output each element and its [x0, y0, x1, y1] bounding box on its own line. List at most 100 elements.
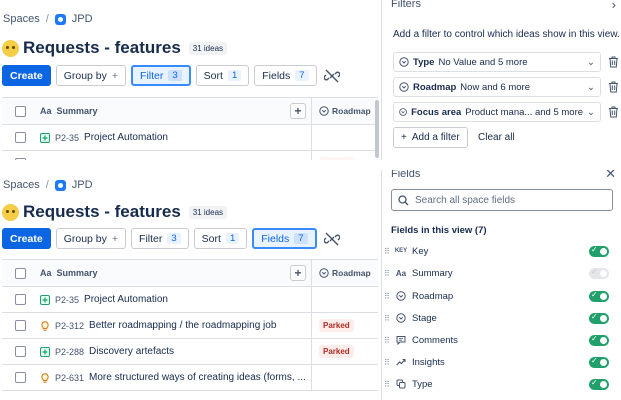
- table-row[interactable]: P2-35 Project Automation: [2, 287, 378, 313]
- table-row[interactable]: P2-312 Better roadmapping / the roadmapp…: [2, 313, 378, 339]
- issue-key: P2-288: [55, 346, 85, 357]
- create-button[interactable]: Create: [2, 228, 51, 249]
- field-label: Type: [412, 378, 433, 390]
- summary-header[interactable]: Aa Summary +: [38, 260, 312, 286]
- row-checkbox[interactable]: [14, 294, 26, 305]
- row-checkbox[interactable]: [14, 372, 26, 383]
- breadcrumb: Spaces / JPD: [3, 179, 93, 191]
- summary-cell[interactable]: P2-35 Project Automation: [38, 125, 312, 150]
- summary-cell[interactable]: [38, 151, 312, 160]
- page-header: Requests - features 31 ideas: [2, 202, 228, 222]
- roadmap-cell[interactable]: [312, 125, 378, 150]
- hide-link-icon[interactable]: [322, 228, 343, 249]
- roadmap-cell[interactable]: [312, 287, 378, 312]
- drag-handle-icon[interactable]: ⠿: [384, 380, 390, 389]
- breadcrumb-project[interactable]: JPD: [72, 179, 93, 191]
- field-toggle[interactable]: [589, 312, 609, 324]
- issue-summary[interactable]: More structured ways of creating ideas (…: [89, 372, 306, 383]
- create-button[interactable]: Create: [2, 65, 51, 86]
- sort-button[interactable]: Sort 1: [195, 65, 250, 86]
- breadcrumb-spaces[interactable]: Spaces: [3, 179, 40, 191]
- select-all-checkbox[interactable]: [14, 105, 26, 117]
- trash-icon[interactable]: [608, 56, 619, 68]
- improvement-icon: [40, 132, 50, 143]
- clear-all-button[interactable]: Clear all: [478, 132, 515, 143]
- summary-cell[interactable]: P2-312 Better roadmapping / the roadmapp…: [38, 313, 312, 338]
- summary-cell[interactable]: P2-631 More structured ways of creating …: [38, 365, 312, 390]
- add-column-button[interactable]: +: [290, 103, 306, 119]
- close-icon[interactable]: ✕: [605, 170, 616, 182]
- emoji-icon[interactable]: [2, 39, 19, 57]
- trash-icon[interactable]: [608, 106, 619, 118]
- table-row[interactable]: P2-288 Discovery artefacts Parked: [2, 339, 378, 365]
- field-row-insights[interactable]: ⠿ Insights: [384, 352, 620, 372]
- issue-summary[interactable]: Better roadmapping / the roadmapping job: [89, 320, 276, 331]
- filter-button[interactable]: Filter 3: [131, 65, 191, 86]
- fields-button[interactable]: Fields 7: [252, 228, 317, 249]
- breadcrumb-project[interactable]: JPD: [72, 13, 93, 25]
- chevron-circle-icon: [399, 57, 409, 67]
- field-toggle[interactable]: [589, 356, 609, 368]
- field-row-roadmap[interactable]: ⠿ Roadmap: [384, 286, 620, 306]
- drag-handle-icon[interactable]: ⠿: [384, 314, 390, 323]
- summary-cell[interactable]: P2-288 Discovery artefacts: [38, 339, 312, 364]
- hide-link-icon[interactable]: [322, 65, 343, 86]
- field-toggle[interactable]: [589, 290, 609, 302]
- summary-header[interactable]: Aa Summary +: [38, 98, 312, 124]
- field-toggle: [589, 267, 609, 279]
- table-row[interactable]: P2-631 More structured ways of creating …: [2, 365, 378, 391]
- field-row-comments[interactable]: ⠿ Comments: [384, 330, 620, 350]
- row-checkbox[interactable]: [14, 158, 26, 160]
- filter-type[interactable]: Type No Value and 5 more ⌄: [393, 52, 601, 72]
- fields-panel: Fields ✕ Fields in this view (7) ⠿ KEY K…: [381, 170, 621, 400]
- roadmap-cell[interactable]: Parked: [312, 339, 378, 364]
- select-all-checkbox[interactable]: [14, 267, 26, 279]
- roadmap-header[interactable]: Roadmap: [312, 98, 378, 124]
- filter-button[interactable]: Filter 3: [131, 228, 189, 249]
- fields-button[interactable]: Fields 7: [254, 65, 317, 86]
- filter-roadmap[interactable]: Roadmap Now and 6 more ⌄: [393, 77, 601, 97]
- drag-handle-icon[interactable]: ⠿: [384, 358, 390, 367]
- field-row-type[interactable]: ⠿ Type: [384, 374, 620, 394]
- field-toggle[interactable]: [589, 334, 609, 346]
- scrollbar[interactable]: [375, 100, 379, 158]
- roadmap-cell[interactable]: [312, 365, 378, 390]
- row-checkbox[interactable]: [14, 346, 26, 357]
- field-row-stage[interactable]: ⠿ Stage: [384, 308, 620, 328]
- chevron-right-icon[interactable]: ›: [612, 0, 616, 12]
- issue-summary[interactable]: Project Automation: [84, 132, 168, 143]
- drag-handle-icon[interactable]: ⠿: [384, 269, 390, 278]
- field-row-key[interactable]: ⠿ KEY Key: [384, 241, 620, 261]
- filter-focus-area[interactable]: Focus area Product mana... and 5 more ⌄: [393, 102, 601, 122]
- issue-summary[interactable]: Project Automation: [84, 294, 168, 305]
- breadcrumb-spaces[interactable]: Spaces: [3, 13, 40, 25]
- chevron-circle-icon: [394, 291, 408, 301]
- drag-handle-icon[interactable]: ⠿: [384, 336, 390, 345]
- add-column-button[interactable]: +: [290, 265, 306, 281]
- roadmap-header[interactable]: Roadmap: [312, 260, 378, 286]
- fields-search-input[interactable]: [415, 194, 595, 206]
- group-by-button[interactable]: Group by +: [55, 228, 127, 249]
- field-toggle[interactable]: [589, 378, 609, 390]
- fields-search[interactable]: [391, 189, 613, 211]
- issue-summary[interactable]: Discovery artefacts: [89, 346, 174, 357]
- row-checkbox[interactable]: [14, 320, 26, 331]
- group-by-button[interactable]: Group by +: [55, 65, 127, 86]
- filter-label: Filter: [140, 69, 164, 82]
- add-filter-button[interactable]: + Add a filter: [393, 127, 468, 148]
- summary-cell[interactable]: P2-35 Project Automation: [38, 287, 312, 312]
- row-checkbox[interactable]: [14, 132, 26, 143]
- sort-button[interactable]: Sort 1: [193, 228, 248, 249]
- roadmap-cell[interactable]: Parked: [312, 151, 378, 160]
- field-row-summary[interactable]: ⠿ Aa Summary: [384, 263, 620, 283]
- drag-handle-icon[interactable]: ⠿: [384, 292, 390, 301]
- emoji-icon[interactable]: [2, 203, 19, 221]
- field-toggle[interactable]: [589, 245, 609, 257]
- table-row[interactable]: Parked: [2, 151, 378, 160]
- breadcrumb-separator: /: [45, 13, 49, 25]
- text-icon: Aa: [40, 106, 52, 116]
- drag-handle-icon[interactable]: ⠿: [384, 247, 390, 256]
- trash-icon[interactable]: [608, 81, 619, 93]
- table-row[interactable]: P2-35 Project Automation: [2, 125, 378, 151]
- roadmap-cell[interactable]: Parked: [312, 313, 378, 338]
